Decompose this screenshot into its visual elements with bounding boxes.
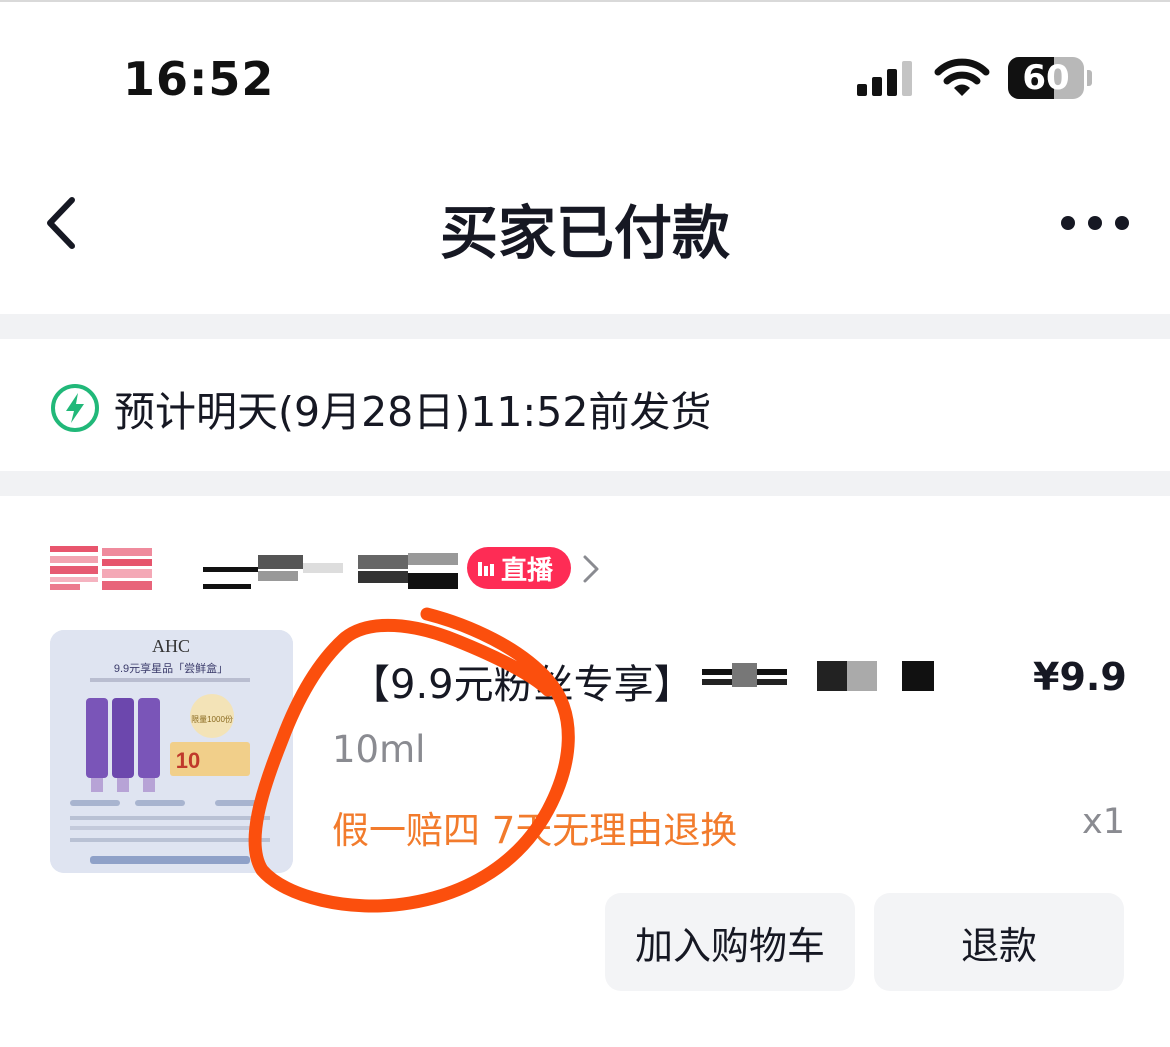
lightning-bolt-icon <box>51 384 99 432</box>
product-image-art: AHC 9.9元享星品「尝鲜盒」 限量1000份 10 <box>50 630 293 873</box>
product-image-promo: 9.9元享星品「尝鲜盒」 <box>114 661 228 675</box>
product-price: ¥9.9 <box>1033 655 1127 699</box>
live-badge[interactable]: 直播 <box>467 547 571 589</box>
page-title: 买家已付款 <box>439 199 730 267</box>
live-badge-label: 直播 <box>501 555 554 586</box>
cellular-signal-icon <box>857 61 912 96</box>
status-time: 16:52 <box>123 52 275 106</box>
live-bars-icon <box>478 562 494 576</box>
product-quantity: x1 <box>1082 802 1125 842</box>
product-tubes <box>86 698 160 792</box>
battery-level: 60 <box>1022 58 1070 98</box>
product-title-redacted <box>702 661 934 691</box>
battery-icon: 60 <box>1008 57 1092 99</box>
top-divider <box>0 0 1170 2</box>
product-title[interactable]: 【9.9元粉丝专享】 <box>350 652 694 710</box>
product-image-limit: 限量1000份 <box>191 714 233 724</box>
shop-logo[interactable] <box>50 546 152 590</box>
refund-button[interactable]: 退款 <box>874 893 1124 991</box>
section-divider <box>0 471 1170 496</box>
product-image-brand: AHC <box>152 636 190 656</box>
shipping-text: 预计明天(9月28日)11:52前发货 <box>114 388 712 436</box>
chevron-right-icon[interactable] <box>581 553 601 585</box>
product-spec: 10ml <box>332 728 426 771</box>
annotation-circle <box>248 607 575 913</box>
add-to-cart-button[interactable]: 加入购物车 <box>605 893 855 991</box>
product-image[interactable]: AHC 9.9元享星品「尝鲜盒」 限量1000份 10 <box>50 630 293 873</box>
section-divider <box>0 314 1170 339</box>
shipping-estimate: 预计明天(9月28日)11:52前发货 <box>50 378 711 438</box>
product-image-coupon: 10 <box>176 748 200 773</box>
shop-name-redacted[interactable] <box>203 549 458 591</box>
wifi-icon <box>934 58 990 96</box>
more-dots-icon[interactable] <box>1058 208 1132 238</box>
service-tags: 假一赔四 7天无理由退换 <box>332 809 738 852</box>
